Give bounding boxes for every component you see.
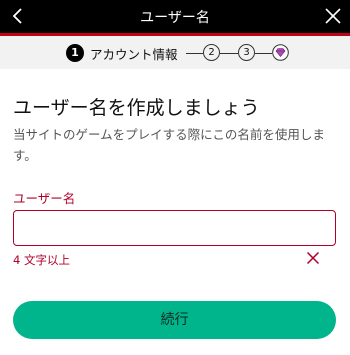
username-label: ユーザー名: [13, 191, 76, 206]
step-connector: [186, 53, 203, 54]
close-icon[interactable]: [324, 7, 342, 25]
page-heading: ユーザー名を作成しましょう: [13, 97, 260, 119]
page-description: 当サイトのゲームをプレイする際にこの名前を使用します。: [13, 127, 325, 163]
page-title: ユーザー名: [140, 10, 210, 26]
x-icon: [306, 251, 320, 265]
step-2-indicator: 2: [203, 44, 220, 61]
step-connector: [220, 53, 238, 54]
app-header: ユーザー名: [0, 0, 350, 33]
username-error-text: 4 文字以上: [13, 253, 70, 267]
step-3-indicator: 3: [238, 44, 255, 61]
progress-stepper: 1 アカウント情報 2 3: [0, 36, 350, 69]
username-input[interactable]: [13, 210, 336, 246]
step-1-indicator: 1: [66, 44, 84, 62]
diamond-icon: [272, 44, 289, 61]
step-1-label: アカウント情報: [90, 47, 178, 62]
step-connector: [255, 53, 272, 54]
continue-button[interactable]: 続行: [13, 301, 336, 339]
